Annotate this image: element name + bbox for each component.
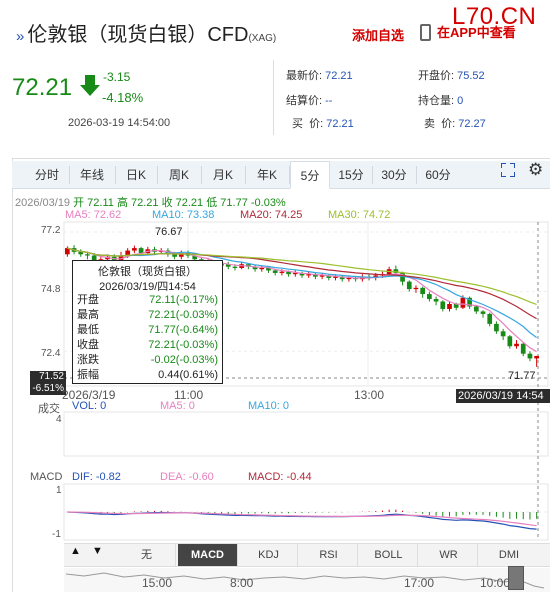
candle-body xyxy=(132,248,137,251)
macd-value-label: MACD: -0.44 xyxy=(248,471,312,483)
candle-body xyxy=(473,306,479,312)
indicator-boll[interactable]: BOLL xyxy=(360,544,418,566)
crosshair-time-tag: 2026/03/19 14:54 xyxy=(456,389,550,403)
macd-dif-line xyxy=(67,511,537,530)
navigator-handle[interactable] xyxy=(508,566,524,590)
indicator-macd[interactable]: MACD xyxy=(178,544,238,566)
candle-body xyxy=(440,301,446,309)
macd-y-tick: 1 xyxy=(56,485,62,496)
vol-ma5-label: MA5: 0 xyxy=(160,400,195,412)
macd-y-tick: -1 xyxy=(52,529,61,540)
navigator-sparkline xyxy=(65,572,545,589)
candle-body xyxy=(138,248,144,254)
candle-body xyxy=(527,353,533,359)
y-tick: 77.2 xyxy=(41,225,61,236)
macd-dea-line xyxy=(67,511,537,527)
y-tick: 74.8 xyxy=(41,284,61,295)
candle-body xyxy=(480,311,486,314)
high-annotation: 76.67 xyxy=(155,226,183,238)
vol-ma10-label: MA10: 0 xyxy=(248,400,289,412)
candle-body xyxy=(460,297,466,308)
vol-y-tick: 4 xyxy=(56,414,62,425)
volume-pane-frame xyxy=(63,411,549,457)
candle-body xyxy=(259,267,265,270)
indicator-wr[interactable]: WR xyxy=(420,544,478,566)
prev-arrow-icon[interactable]: ▲ xyxy=(70,545,81,557)
indicator-none[interactable]: 无 xyxy=(118,544,176,566)
macd-title: MACD xyxy=(30,471,63,483)
candle-tooltip: 伦敦银（现货白银） 2026/03/19/四14:54 开盘 72.11(-0.1… xyxy=(72,260,223,384)
candle-body xyxy=(447,304,452,309)
next-arrow-icon[interactable]: ▼ xyxy=(92,545,103,557)
candle-body xyxy=(433,299,439,302)
low-annotation: 71.77 xyxy=(508,370,536,382)
candle-body xyxy=(413,287,419,290)
crosshair-price-tag: 71.52 -6.51% xyxy=(30,371,66,395)
candle-body xyxy=(279,271,285,273)
candle-body xyxy=(172,254,177,257)
nav-tick: 17:00 xyxy=(404,576,435,590)
candle-body xyxy=(487,313,493,324)
candle-body xyxy=(85,254,90,256)
candle-body xyxy=(507,336,513,347)
indicator-rsi[interactable]: RSI xyxy=(300,544,358,566)
y-tick: 72.4 xyxy=(41,348,61,359)
nav-tick: 10:00 xyxy=(480,576,511,590)
candle-body xyxy=(514,343,519,347)
candle-body xyxy=(427,294,432,300)
candle-body xyxy=(406,281,412,290)
macd-dif-label: DIF: -0.82 xyxy=(72,471,121,483)
candle-body xyxy=(500,331,506,337)
macd-dea-label: DEA: -0.60 xyxy=(160,471,214,483)
x-tick: 13:00 xyxy=(354,388,385,402)
nav-tick: 15:00 xyxy=(142,576,173,590)
candle-body xyxy=(534,355,539,359)
vol-label: VOL: 0 xyxy=(72,400,107,412)
indicator-kdj[interactable]: KDJ xyxy=(240,544,298,566)
candle-body xyxy=(232,266,238,268)
nav-tick: 8:00 xyxy=(230,576,254,590)
indicator-dmi[interactable]: DMI xyxy=(480,544,538,566)
candle-body xyxy=(420,287,426,295)
candle-body xyxy=(520,343,526,354)
candle-body xyxy=(272,270,278,273)
candle-body xyxy=(494,323,499,332)
